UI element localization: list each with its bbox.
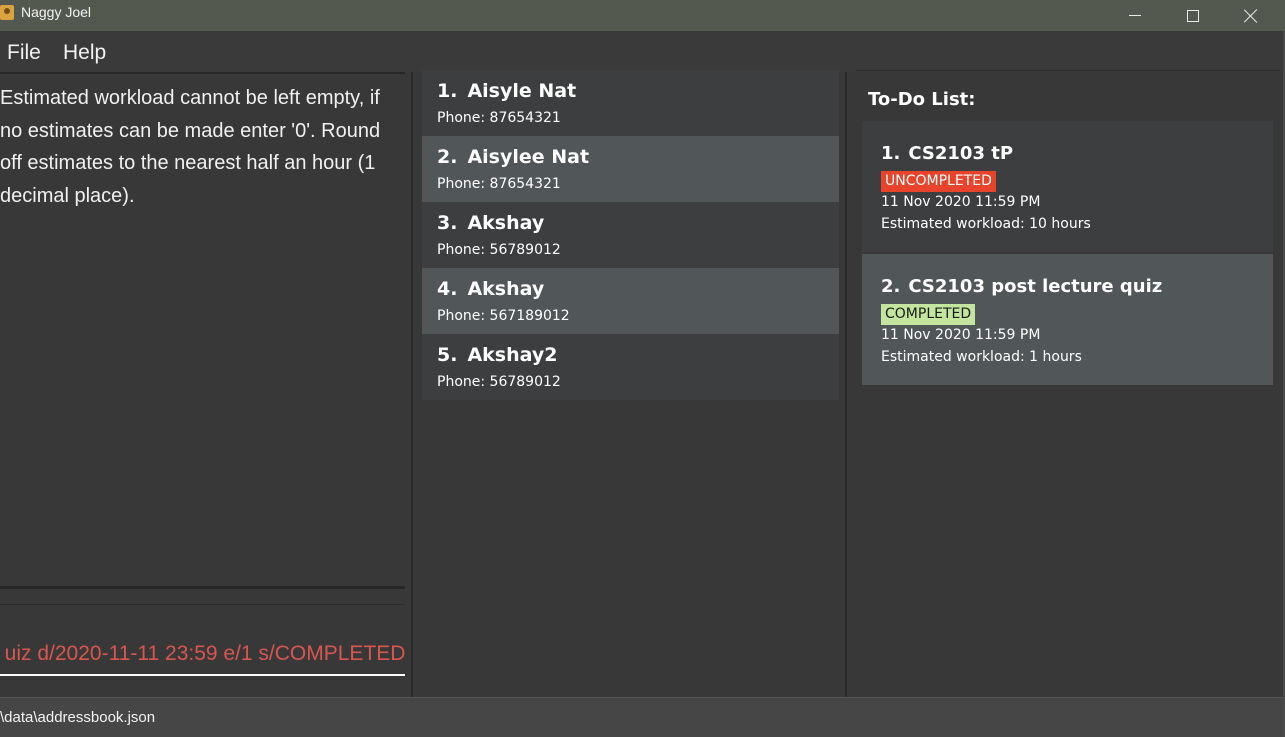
person-name: Akshay2 [467,344,558,366]
person-card[interactable]: 5. Akshay2 Phone: 56789012 [422,334,839,400]
todo-workload: Estimated workload: 1 hours [881,349,1082,365]
todo-card[interactable]: 2. CS2103 post lecture quiz COMPLETED 11 … [862,254,1273,385]
todo-index: 2. [881,276,901,297]
todo-title: To-Do List: [868,89,976,110]
todo-description: CS2103 post lecture quiz [908,276,1163,297]
todo-workload: Estimated workload: 10 hours [881,216,1091,232]
person-phone: Phone: 56789012 [437,374,561,390]
person-name-row: 1. Aisyle Nat [437,80,576,102]
result-line: no estimates can be made enter '0'. Roun… [0,119,381,142]
result-top-divider [0,72,405,74]
person-index: 5. [437,344,458,366]
menu-file[interactable]: File [7,41,41,65]
person-index: 4. [437,278,458,300]
close-icon [1244,9,1258,23]
close-button[interactable] [1222,0,1280,31]
menu-bar: File Help [0,31,1285,72]
pane-splitter-right[interactable] [845,72,847,697]
result-line: Estimated workload cannot be left empty,… [0,87,380,109]
person-phone: Phone: 87654321 [437,176,561,192]
person-name: Aisylee Nat [467,146,590,168]
person-card[interactable]: 4. Akshay Phone: 567189012 [422,268,839,334]
todo-pane: To-Do List: 1. CS2103 tP UNCOMPLETED 11 N… [848,70,1285,697]
command-input[interactable] [0,634,405,676]
pane-splitter-left[interactable] [411,72,413,697]
person-name-row: 4. Akshay [437,278,544,300]
addressbook-icon [0,5,14,20]
person-name: Aisyle Nat [467,80,577,102]
todo-card[interactable]: 1. CS2103 tP UNCOMPLETED 11 Nov 2020 11:5… [862,121,1273,252]
status-bar: \data\addressbook.json [0,697,1285,737]
app-window: Naggy Joel File Help Estimated workload … [0,0,1285,737]
result-display[interactable]: Estimated workload cannot be left empty,… [0,82,400,212]
menu-help[interactable]: Help [63,41,106,65]
minimize-button[interactable] [1106,0,1164,31]
person-name-row: 2. Aisylee Nat [437,146,589,168]
person-name-row: 5. Akshay2 [437,344,557,366]
person-list[interactable]: 1. Aisyle Nat Phone: 87654321 2. Aisylee N… [422,70,839,400]
todo-top-divider [856,70,1280,71]
person-card[interactable]: 2. Aisylee Nat Phone: 87654321 [422,136,839,202]
result-line: decimal place). [0,184,135,207]
status-badge: UNCOMPLETED [881,171,996,192]
person-index: 1. [437,80,458,102]
todo-index: 1. [881,143,901,164]
person-index: 3. [437,212,458,234]
maximize-icon [1187,9,1199,22]
person-card[interactable]: 1. Aisyle Nat Phone: 87654321 [422,70,839,136]
todo-date: 11 Nov 2020 11:59 PM [881,327,1041,343]
result-bottom-divider [0,586,405,589]
person-name: Akshay [467,212,545,234]
todo-description-row: 1. CS2103 tP [881,143,1013,164]
left-pane: Estimated workload cannot be left empty,… [0,72,411,697]
command-box-divider [0,604,405,605]
todo-description: CS2103 tP [908,143,1014,164]
person-phone: Phone: 567189012 [437,308,570,324]
person-index: 2. [437,146,458,168]
person-phone: Phone: 56789012 [437,242,561,258]
maximize-button[interactable] [1164,0,1222,31]
title-bar[interactable]: Naggy Joel [0,0,1285,31]
save-location-path: \data\addressbook.json [0,709,156,726]
person-card[interactable]: 3. Akshay Phone: 56789012 [422,202,839,268]
window-title: Naggy Joel [21,4,92,20]
person-name-row: 3. Akshay [437,212,544,234]
status-badge: COMPLETED [881,304,976,325]
person-phone: Phone: 87654321 [437,110,561,126]
result-line: off estimates to the nearest half an hou… [0,152,376,174]
todo-description-row: 2. CS2103 post lecture quiz [881,276,1162,297]
minimize-icon [1129,15,1141,16]
todo-date: 11 Nov 2020 11:59 PM [881,194,1041,210]
person-name: Akshay [467,278,545,300]
